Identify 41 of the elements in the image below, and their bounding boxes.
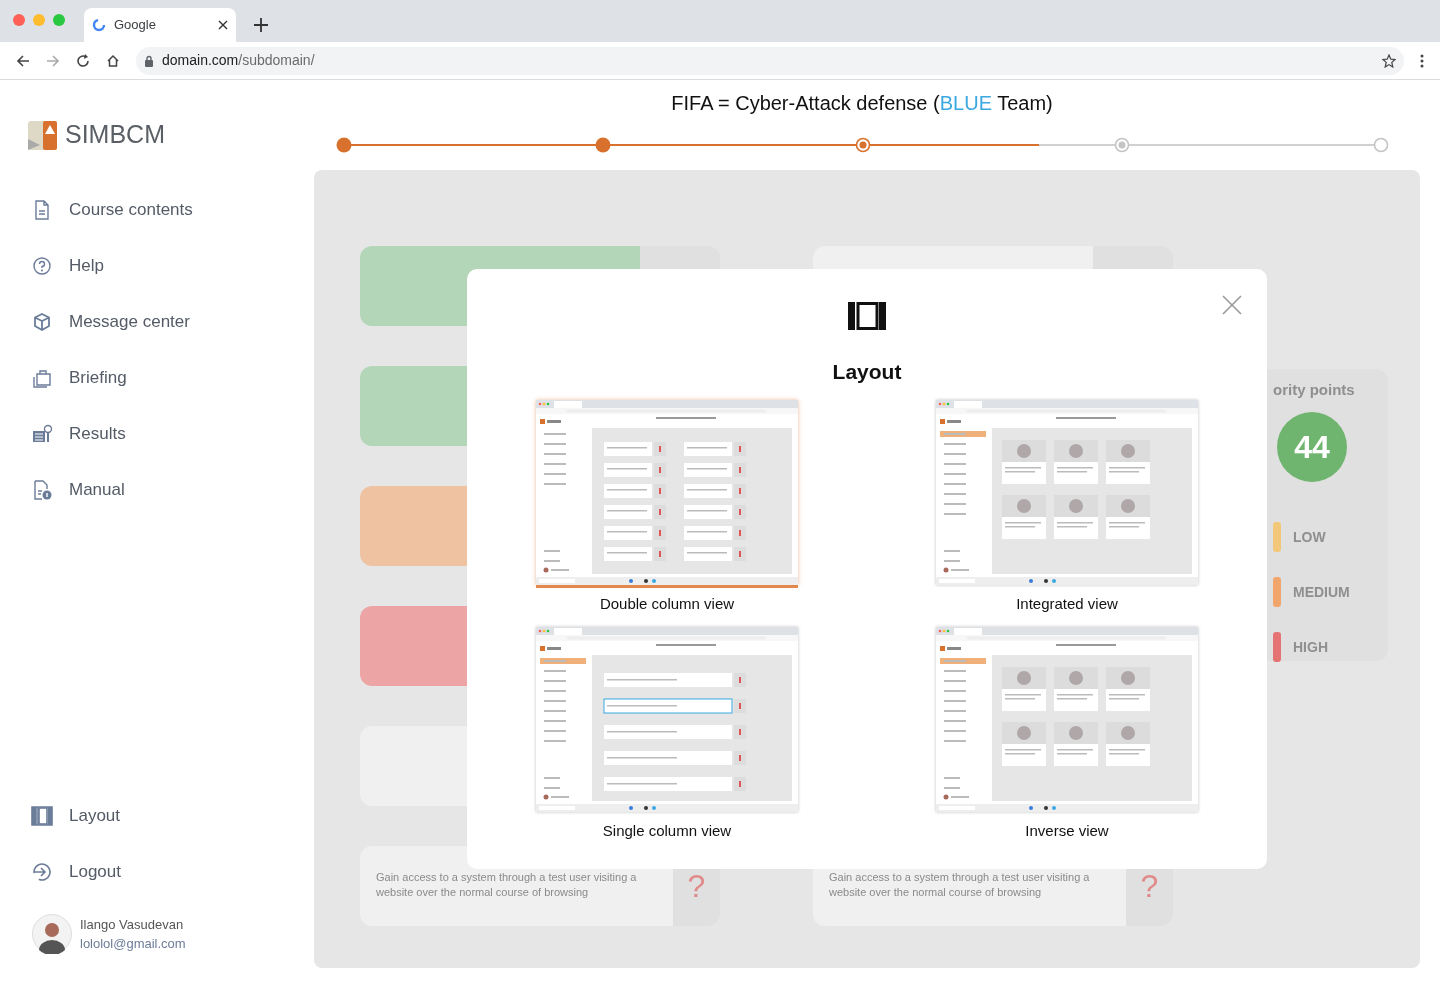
sidebar-item[interactable]: Manual <box>0 462 314 518</box>
layout-icon <box>848 302 886 330</box>
briefcase-icon <box>31 367 53 389</box>
tab-title: Google <box>114 16 157 35</box>
lock-icon <box>144 54 154 67</box>
new-tab-icon[interactable] <box>254 18 268 32</box>
points-badge: 44 <box>1277 411 1347 482</box>
logo-icon <box>28 120 57 150</box>
legend-label: LOW <box>1293 527 1326 547</box>
dialog-title: Layout <box>832 359 902 385</box>
reload-icon[interactable] <box>76 53 90 68</box>
layout-icon <box>31 805 53 827</box>
legend-label: HIGH <box>1293 637 1328 657</box>
legend-label: MEDIUM <box>1293 582 1350 602</box>
browser-tab[interactable]: Google <box>84 8 236 42</box>
sidebar-item[interactable]: Briefing <box>0 350 314 406</box>
home-icon[interactable] <box>106 53 120 68</box>
sidebar-item[interactable]: Message center <box>0 294 314 350</box>
logout-icon <box>31 861 53 883</box>
manual-icon <box>31 479 53 501</box>
task-text: Gain access to a system through a test user visiting a website over the normal course of browsing <box>375 870 638 900</box>
brand-name: SIMBCM <box>65 119 165 151</box>
box-icon <box>31 311 53 333</box>
sidebar-item[interactable]: Results <box>0 406 314 462</box>
favicon-icon <box>92 18 106 32</box>
back-icon[interactable] <box>16 53 30 68</box>
sidebar-item[interactable]: Logout <box>0 844 314 900</box>
user-email: lololol@gmail.com <box>80 935 186 953</box>
more-menu-icon[interactable] <box>1420 53 1424 68</box>
bookmark-star-icon[interactable] <box>1382 53 1396 68</box>
task-text: Gain access to a system through a test user visiting a website over the normal course of browsing <box>828 870 1091 900</box>
close-icon[interactable] <box>218 20 228 30</box>
sidebar-item[interactable]: Course contents <box>0 182 314 238</box>
page-title: FIFA = Cyber-Attack defense (BLUE Team) <box>670 91 1054 116</box>
report-icon <box>31 423 53 445</box>
help-icon <box>31 255 53 277</box>
sidebar-item[interactable]: Help <box>0 238 314 294</box>
avatar-icon <box>32 914 72 954</box>
sidebar-item[interactable]: Layout <box>0 788 314 844</box>
priority-title: ority points <box>1273 380 1355 400</box>
user-name: Ilango Vasudevan <box>80 915 185 934</box>
